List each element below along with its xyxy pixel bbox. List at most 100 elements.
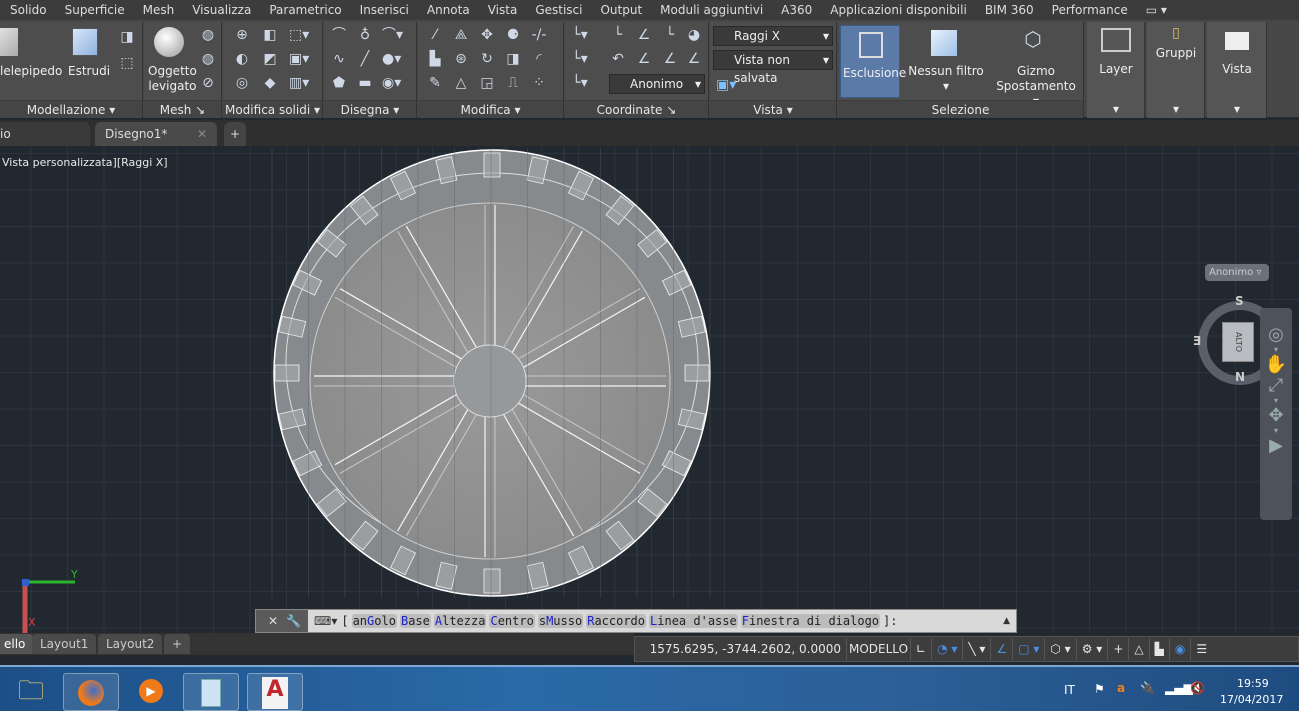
pan-icon[interactable]: ✋ bbox=[1260, 354, 1292, 375]
command-option[interactable]: Base bbox=[399, 614, 431, 628]
workspace-gear-icon[interactable]: ⚙ ▾ bbox=[1077, 638, 1109, 660]
3d-osnap-icon[interactable]: ⬡ ▾ bbox=[1045, 638, 1077, 660]
firefox-icon[interactable] bbox=[63, 673, 119, 711]
zoom-icon[interactable]: ⤢ bbox=[1260, 375, 1292, 396]
ucs-y-icon[interactable]: ∠ bbox=[635, 50, 653, 68]
command-prompt-icon[interactable]: ⌨▾ bbox=[314, 614, 337, 628]
steering-wheel-icon[interactable]: ◎ bbox=[1260, 324, 1292, 345]
presspull-icon[interactable]: ◨ bbox=[118, 28, 136, 46]
command-option[interactable]: Raccordo bbox=[586, 614, 647, 628]
explorer-icon[interactable]: 🗀 bbox=[8, 673, 54, 711]
command-history-icon[interactable]: ▲ bbox=[1003, 616, 1010, 626]
ucs-z-icon[interactable]: ∠ bbox=[661, 50, 679, 68]
ucs-globe-icon[interactable]: ◕ bbox=[685, 26, 703, 44]
panel-vista-2[interactable]: Vista ▾ bbox=[1207, 22, 1267, 118]
power-icon[interactable]: 🔌 bbox=[1140, 681, 1155, 695]
polar-tracking-icon[interactable]: ◔ ▾ bbox=[932, 638, 964, 660]
union-icon[interactable]: ⊕ bbox=[233, 26, 251, 44]
media-player-icon[interactable]: ▶ bbox=[127, 673, 175, 711]
oggetto-levigato-button[interactable]: Oggetto levigato bbox=[148, 64, 197, 94]
move-icon[interactable]: ✥ bbox=[478, 26, 496, 44]
compass-north[interactable]: N bbox=[1235, 370, 1245, 384]
panel-label[interactable]: Modellazione ▾ bbox=[0, 100, 142, 118]
menu-parametrico[interactable]: Parametrico bbox=[269, 3, 341, 17]
mirror-icon[interactable]: ◨ bbox=[504, 50, 522, 68]
tab-start[interactable]: io bbox=[0, 122, 90, 146]
model-space-toggle[interactable]: MODELLO bbox=[847, 638, 911, 660]
ellipse-icon[interactable]: ◉▾ bbox=[382, 74, 401, 92]
viewport-config-icon[interactable]: ▣▾ bbox=[716, 76, 736, 94]
panel-label[interactable]: Coordinate ↘ bbox=[565, 100, 708, 118]
solid-edit-icon[interactable]: ⬚ bbox=[118, 54, 136, 72]
isolate-objects-icon[interactable]: △ bbox=[1129, 638, 1150, 660]
rotate-icon[interactable]: ↻ bbox=[478, 50, 496, 68]
object-snap-tracking-icon[interactable]: ∠ bbox=[991, 638, 1014, 660]
extract-icon[interactable]: ▣▾ bbox=[289, 50, 309, 68]
esclusione-button[interactable]: Esclusione bbox=[840, 25, 906, 98]
named-view-dropdown[interactable]: Vista non salvata bbox=[713, 50, 833, 85]
parallelepipedo-button[interactable]: lelepipedo bbox=[0, 64, 62, 79]
spline-icon[interactable]: ∿ bbox=[330, 50, 348, 68]
estrudi-button[interactable]: Estrudi bbox=[68, 64, 110, 79]
calculator-icon[interactable] bbox=[183, 673, 239, 711]
mesh-crease-icon[interactable]: ⊘ bbox=[199, 74, 217, 92]
ucs-menu-button[interactable]: Anonimo ▿ bbox=[1205, 264, 1269, 281]
ucs-3point-icon[interactable]: ∠ bbox=[685, 50, 703, 68]
action-center-flag-icon[interactable]: ⚑ bbox=[1094, 682, 1105, 696]
fillet-edge-icon[interactable]: ◧ bbox=[261, 26, 279, 44]
menu-applicazioni[interactable]: Applicazioni disponibili bbox=[830, 3, 967, 17]
clock-date[interactable]: 17/04/2017 bbox=[1220, 693, 1283, 706]
panel-label[interactable]: Modifica solidi ▾ bbox=[223, 100, 322, 118]
menu-performance[interactable]: Performance bbox=[1052, 3, 1128, 17]
tab-layout2[interactable]: Layout2 bbox=[98, 634, 163, 654]
stretch-icon[interactable]: ⎍ bbox=[504, 74, 522, 92]
isodraft-icon[interactable]: ╲ ▾ bbox=[963, 638, 992, 660]
ucs-x-icon[interactable]: └▾ bbox=[571, 50, 589, 68]
menu-a360[interactable]: A360 bbox=[781, 3, 812, 17]
panel-gruppi[interactable]: ▯ Gruppi ▾ bbox=[1147, 22, 1205, 118]
menu-visualizza[interactable]: Visualizza bbox=[192, 3, 251, 17]
close-icon[interactable]: ✕ bbox=[268, 614, 278, 628]
showmotion-icon[interactable]: ▶ bbox=[1260, 435, 1292, 456]
polygon-icon[interactable]: ⬟ bbox=[330, 74, 348, 92]
arc-icon[interactable]: ⌒▾ bbox=[382, 26, 403, 44]
separate-icon[interactable]: ▥▾ bbox=[289, 74, 309, 92]
ucs-named-dropdown[interactable]: Anonimo bbox=[609, 74, 705, 94]
panel-label[interactable]: Disegna ▾ bbox=[324, 100, 416, 118]
visual-style-dropdown[interactable]: Raggi X bbox=[713, 26, 833, 46]
tab-model[interactable]: ello bbox=[0, 634, 34, 654]
3d-gizmo-icon[interactable]: ⊛ bbox=[452, 50, 470, 68]
offset-icon[interactable]: ⁄ bbox=[426, 26, 444, 44]
panel-label[interactable]: Mesh ↘ bbox=[144, 100, 221, 118]
helix-icon[interactable]: ♁ bbox=[356, 26, 374, 44]
command-line[interactable]: ✕ 🔧 ⌨▾ [anGolo Base Altezza Centro sMusso Racc… bbox=[255, 609, 1017, 633]
command-option[interactable]: Centro bbox=[489, 614, 535, 628]
new-tab-button[interactable]: + bbox=[224, 122, 246, 146]
panel-label[interactable]: Modifica ▾ bbox=[418, 100, 563, 118]
slice-icon[interactable]: ◩ bbox=[261, 50, 279, 68]
tab-disegno1[interactable]: Disegno1* ✕ bbox=[95, 122, 217, 146]
object-snap-icon[interactable]: ▢ ▾ bbox=[1013, 638, 1046, 660]
network-icon[interactable]: ▂▄▆ bbox=[1165, 681, 1193, 695]
polyline-icon[interactable]: ⌒ bbox=[330, 26, 348, 44]
compass-south[interactable]: S bbox=[1235, 294, 1244, 308]
shell-icon[interactable]: ⬚▾ bbox=[289, 26, 309, 44]
menu-vista[interactable]: Vista bbox=[488, 3, 518, 17]
ucs-previous-icon[interactable]: ↶ bbox=[609, 50, 627, 68]
command-option[interactable]: Finestra di dialogo bbox=[740, 614, 881, 628]
subtract-icon[interactable]: ◐ bbox=[233, 50, 251, 68]
menu-annota[interactable]: Annota bbox=[427, 3, 470, 17]
menu-output[interactable]: Output bbox=[600, 3, 642, 17]
menu-inserisci[interactable]: Inserisci bbox=[360, 3, 409, 17]
circle-icon[interactable]: ●▾ bbox=[382, 50, 401, 68]
rectangle-icon[interactable]: ▬ bbox=[356, 74, 374, 92]
customize-menu-icon[interactable]: ☰ bbox=[1191, 638, 1212, 660]
ucs-icon[interactable]: └▾ bbox=[571, 26, 589, 44]
volume-muted-icon[interactable]: 🔇 bbox=[1190, 681, 1205, 695]
command-option[interactable]: sMusso bbox=[537, 614, 584, 628]
copy-icon[interactable]: ⚈ bbox=[504, 26, 522, 44]
plus-icon[interactable]: + bbox=[1108, 638, 1130, 660]
menu-bim360[interactable]: BIM 360 bbox=[985, 3, 1034, 17]
command-option[interactable]: Altezza bbox=[433, 614, 487, 628]
clean-screen-icon[interactable]: ◉ bbox=[1170, 638, 1192, 660]
